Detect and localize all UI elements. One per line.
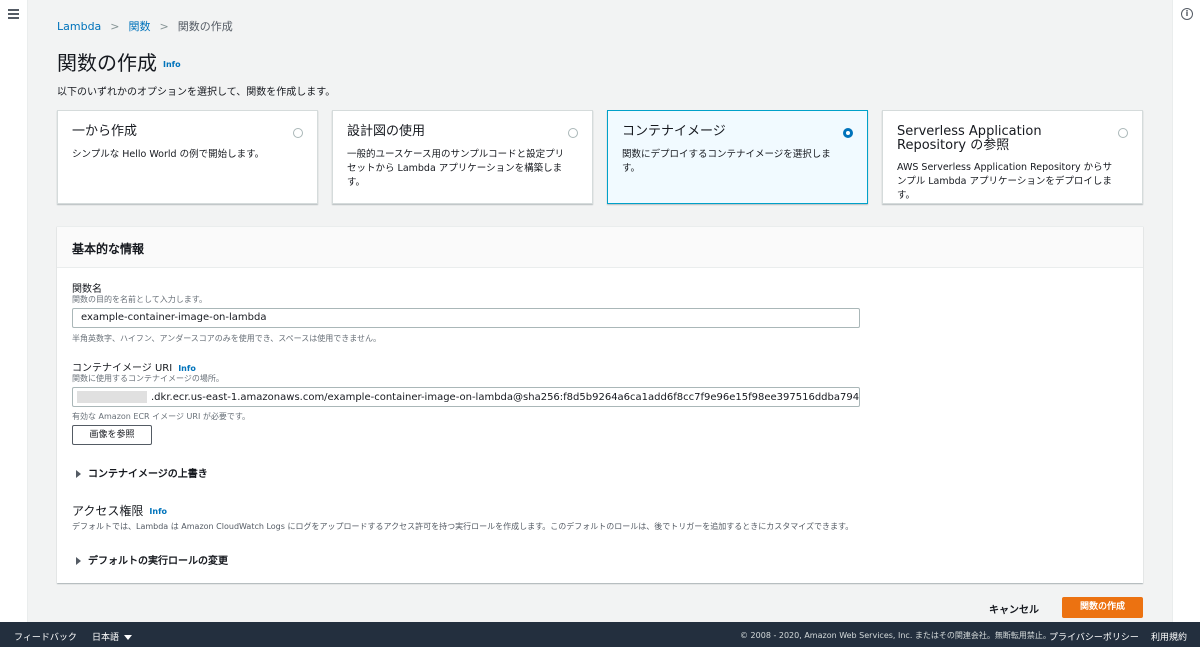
page-title: 関数の作成 Info xyxy=(57,47,181,76)
option-title: 設計図の使用 xyxy=(347,124,426,139)
option-serverless-app-repository[interactable]: Serverless Application Repository の参照 AW… xyxy=(882,110,1143,204)
image-uri-hint: 有効な Amazon ECR イメージ URI が必要です。 xyxy=(72,412,251,421)
page-info-link[interactable]: Info xyxy=(163,60,181,69)
permissions-title-text: アクセス権限 xyxy=(72,504,144,518)
breadcrumb-separator: > xyxy=(159,20,169,33)
privacy-policy-link[interactable]: プライバシーポリシー xyxy=(1049,630,1139,643)
option-title: コンテナイメージ xyxy=(622,124,726,139)
image-uri-value: .dkr.ecr.us-east-1.amazonaws.com/example… xyxy=(151,392,860,403)
option-description: 一般的ユースケース用のサンプルコードと設定プリセットから Lambda アプリケ… xyxy=(347,149,565,188)
option-radio-selected[interactable] xyxy=(843,128,853,138)
function-name-label: 関数名 xyxy=(72,284,102,295)
permissions-description: デフォルトでは、Lambda は Amazon CloudWatch Logs … xyxy=(72,522,854,531)
container-image-overrides-label: コンテナイメージの上書き xyxy=(88,469,208,480)
option-title: 一から作成 xyxy=(72,124,138,139)
option-description: 関数にデプロイするコンテナイメージを選択します。 xyxy=(622,149,831,174)
language-selector[interactable]: 日本語 xyxy=(92,630,133,643)
function-name-hint: 半角英数字、ハイフン、アンダースコアのみを使用でき、スペースは使用できません。 xyxy=(72,334,382,343)
change-execution-role-toggle[interactable]: デフォルトの実行ロールの変更 xyxy=(76,552,228,567)
caret-right-icon xyxy=(76,557,81,565)
terms-of-use-link[interactable]: 利用規約 xyxy=(1151,630,1187,643)
breadcrumb-lambda[interactable]: Lambda xyxy=(57,20,101,33)
browse-images-button[interactable]: 画像を参照 xyxy=(72,425,152,445)
breadcrumb-functions[interactable]: 関数 xyxy=(129,20,151,33)
breadcrumb-separator: > xyxy=(110,20,120,33)
image-uri-info-link[interactable]: Info xyxy=(178,364,196,373)
option-use-blueprint[interactable]: 設計図の使用 一般的ユースケース用のサンプルコードと設定プリセットから Lamb… xyxy=(332,110,593,204)
image-uri-description: 関数に使用するコンテナイメージの場所。 xyxy=(72,374,224,383)
option-radio[interactable] xyxy=(568,128,578,138)
breadcrumb: Lambda > 関数 > 関数の作成 xyxy=(57,18,233,34)
create-function-button[interactable]: 関数の作成 xyxy=(1062,597,1143,618)
option-description: シンプルな Hello World の例で開始します。 xyxy=(72,149,265,160)
redacted-account-id xyxy=(77,391,147,403)
permissions-info-link[interactable]: Info xyxy=(149,507,167,516)
option-title: Serverless Application Repository の参照 xyxy=(897,124,1042,153)
copyright-text: © 2008 - 2020, Amazon Web Services, Inc.… xyxy=(740,631,1051,640)
cancel-button[interactable]: キャンセル xyxy=(989,601,1039,616)
container-image-overrides-toggle[interactable]: コンテナイメージの上書き xyxy=(76,465,208,480)
option-description: AWS Serverless Application Repository から… xyxy=(897,162,1113,201)
option-author-from-scratch[interactable]: 一から作成 シンプルな Hello World の例で開始します。 xyxy=(57,110,318,204)
function-name-input[interactable]: example-container-image-on-lambda xyxy=(72,308,860,328)
function-name-description: 関数の目的を名前として入力します。 xyxy=(72,295,207,304)
info-icon[interactable]: i xyxy=(1181,8,1193,20)
caret-right-icon xyxy=(76,470,81,478)
hamburger-menu-icon[interactable] xyxy=(8,9,19,19)
right-help-rail: i xyxy=(1172,0,1200,622)
panel-header: 基本的な情報 xyxy=(57,227,1143,268)
caret-down-icon xyxy=(124,635,133,640)
option-radio[interactable] xyxy=(1118,128,1128,138)
page-title-text: 関数の作成 xyxy=(57,51,157,75)
creation-options: 一から作成 シンプルな Hello World の例で開始します。 設計図の使用… xyxy=(57,110,1143,204)
image-uri-label: コンテナイメージ URI Info xyxy=(72,359,196,374)
option-container-image[interactable]: コンテナイメージ 関数にデプロイするコンテナイメージを選択します。 xyxy=(607,110,868,204)
option-radio[interactable] xyxy=(293,128,303,138)
form-actions: キャンセル 関数の作成 xyxy=(893,597,1143,619)
console-footer: フィードバック 日本語 © 2008 - 2020, Amazon Web Se… xyxy=(0,622,1200,647)
left-navigation-rail xyxy=(0,0,28,622)
permissions-title: アクセス権限 Info xyxy=(72,502,167,519)
change-execution-role-label: デフォルトの実行ロールの変更 xyxy=(88,556,228,567)
feedback-link[interactable]: フィードバック xyxy=(14,630,77,643)
breadcrumb-current: 関数の作成 xyxy=(177,20,233,33)
panel-title: 基本的な情報 xyxy=(72,242,145,256)
image-uri-input[interactable]: .dkr.ecr.us-east-1.amazonaws.com/example… xyxy=(72,387,860,407)
basic-information-panel: 基本的な情報 関数名 関数の目的を名前として入力します。 example-con… xyxy=(57,226,1143,583)
page-description: 以下のいずれかのオプションを選択して、関数を作成します。 xyxy=(57,87,336,98)
language-label: 日本語 xyxy=(92,633,120,643)
